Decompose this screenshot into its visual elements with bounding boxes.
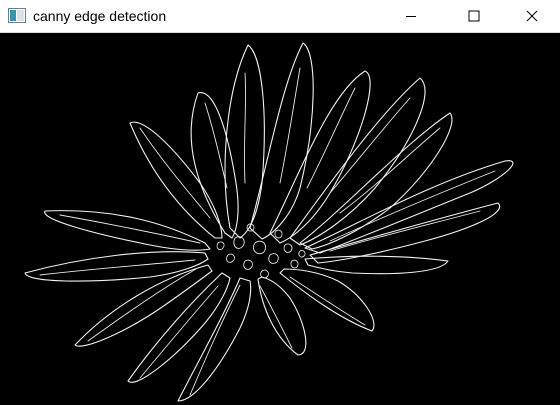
title-bar[interactable]: canny edge detection <box>0 0 560 33</box>
maximize-icon <box>468 10 480 22</box>
image-window: canny edge detection <box>0 0 560 405</box>
opencv-window-icon <box>8 8 26 23</box>
window-title: canny edge detection <box>33 8 167 24</box>
maximize-button[interactable] <box>451 0 497 32</box>
canny-edge-image <box>0 33 560 405</box>
flower-edge-drawing <box>24 42 514 402</box>
minimize-icon <box>406 16 416 17</box>
close-icon <box>526 10 538 22</box>
petal-vein-details <box>39 67 496 396</box>
flower-center-texture <box>216 223 306 279</box>
close-button[interactable] <box>509 0 555 32</box>
minimize-button[interactable] <box>388 0 434 32</box>
